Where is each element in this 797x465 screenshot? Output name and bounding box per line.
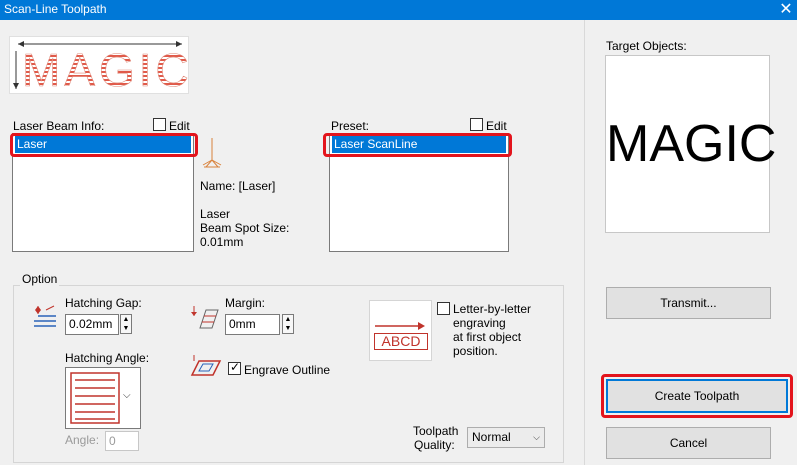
beam-spot-line1: Laser	[200, 207, 231, 221]
target-text: MAGIC	[606, 115, 777, 173]
cancel-button[interactable]: Cancel	[606, 427, 771, 459]
quality-value: Normal	[472, 430, 511, 444]
laser-beam-edit-checkbox[interactable]	[153, 118, 166, 131]
quality-label-line1: Toolpath	[413, 424, 459, 438]
create-toolpath-button[interactable]: Create Toolpath	[606, 379, 788, 413]
margin-icon	[191, 306, 219, 329]
window-title: Scan-Line Toolpath	[4, 2, 107, 16]
beam-spot-line2: Beam Spot Size:	[200, 221, 290, 235]
engrave-outline-checkbox[interactable]	[228, 360, 241, 375]
laser-beam-edit-label: Edit	[169, 119, 190, 133]
magic-logo-preview: MAGIC	[9, 36, 189, 94]
spin-down-icon[interactable]: ▼	[283, 324, 293, 333]
letter-by-letter-preview: ABCD	[369, 300, 432, 361]
letter-line3: at first object	[453, 330, 522, 344]
preset-label: Preset:	[331, 119, 370, 133]
title-bar: Scan-Line Toolpath ✕	[0, 0, 797, 20]
letter-line2: engraving	[453, 316, 506, 330]
option-group-label: Option	[20, 272, 60, 286]
chevron-down-icon[interactable]: ⌵	[533, 428, 540, 447]
hatching-gap-input[interactable]: 0.02mm	[65, 314, 119, 335]
preset-edit-label: Edit	[486, 119, 507, 133]
letter-line1: Letter-by-letter	[453, 302, 532, 316]
hatching-angle-select[interactable]: ⌵	[65, 367, 141, 429]
angle-label: Angle:	[65, 433, 100, 447]
hatching-gap-label: Hatching Gap:	[65, 296, 142, 310]
beam-spot-value: 0.01mm	[200, 235, 244, 249]
engrave-outline-icon	[190, 355, 222, 376]
preset-highlight-box	[323, 133, 512, 157]
margin-label: Margin:	[225, 296, 266, 310]
left-panel: MAGIC Laser Beam Info: Edit Laser Name: …	[0, 20, 584, 465]
angle-input[interactable]: 0	[105, 431, 139, 451]
close-icon[interactable]: ✕	[776, 0, 796, 20]
transmit-button[interactable]: Transmit...	[606, 287, 771, 319]
spin-up-icon[interactable]: ▲	[283, 315, 293, 324]
laser-beam-icon	[202, 138, 222, 168]
engrave-outline-label: Engrave Outline	[244, 363, 331, 377]
toolpath-quality-select[interactable]: Normal ⌵	[467, 427, 545, 448]
hatch-pattern-icon	[70, 372, 120, 424]
target-objects-label: Target Objects:	[606, 39, 687, 53]
abcd-sample: ABCD	[374, 333, 428, 350]
letter-line4: position.	[453, 344, 498, 358]
spin-up-icon[interactable]: ▲	[121, 315, 131, 324]
logo-text: MAGIC	[22, 44, 193, 96]
preset-edit-checkbox[interactable]	[470, 118, 483, 131]
laser-highlight-box	[10, 133, 198, 157]
letter-by-letter-checkbox[interactable]	[437, 302, 450, 315]
chevron-down-icon[interactable]: ⌵	[123, 390, 131, 401]
quality-label-line2: Quality:	[414, 438, 455, 452]
hatching-gap-spinner[interactable]: ▲ ▼	[120, 314, 132, 334]
target-objects-preview: MAGIC	[605, 55, 777, 233]
right-panel: Target Objects: MAGIC Transmit... Create…	[584, 20, 797, 465]
margin-input[interactable]: 0mm	[225, 314, 280, 335]
margin-spinner[interactable]: ▲ ▼	[282, 314, 294, 334]
spin-down-icon[interactable]: ▼	[121, 324, 131, 333]
hatching-gap-icon	[34, 305, 56, 327]
laser-name-text: Name: [Laser]	[200, 179, 276, 193]
laser-beam-info-label: Laser Beam Info:	[13, 119, 105, 133]
hatching-angle-label: Hatching Angle:	[65, 351, 150, 365]
